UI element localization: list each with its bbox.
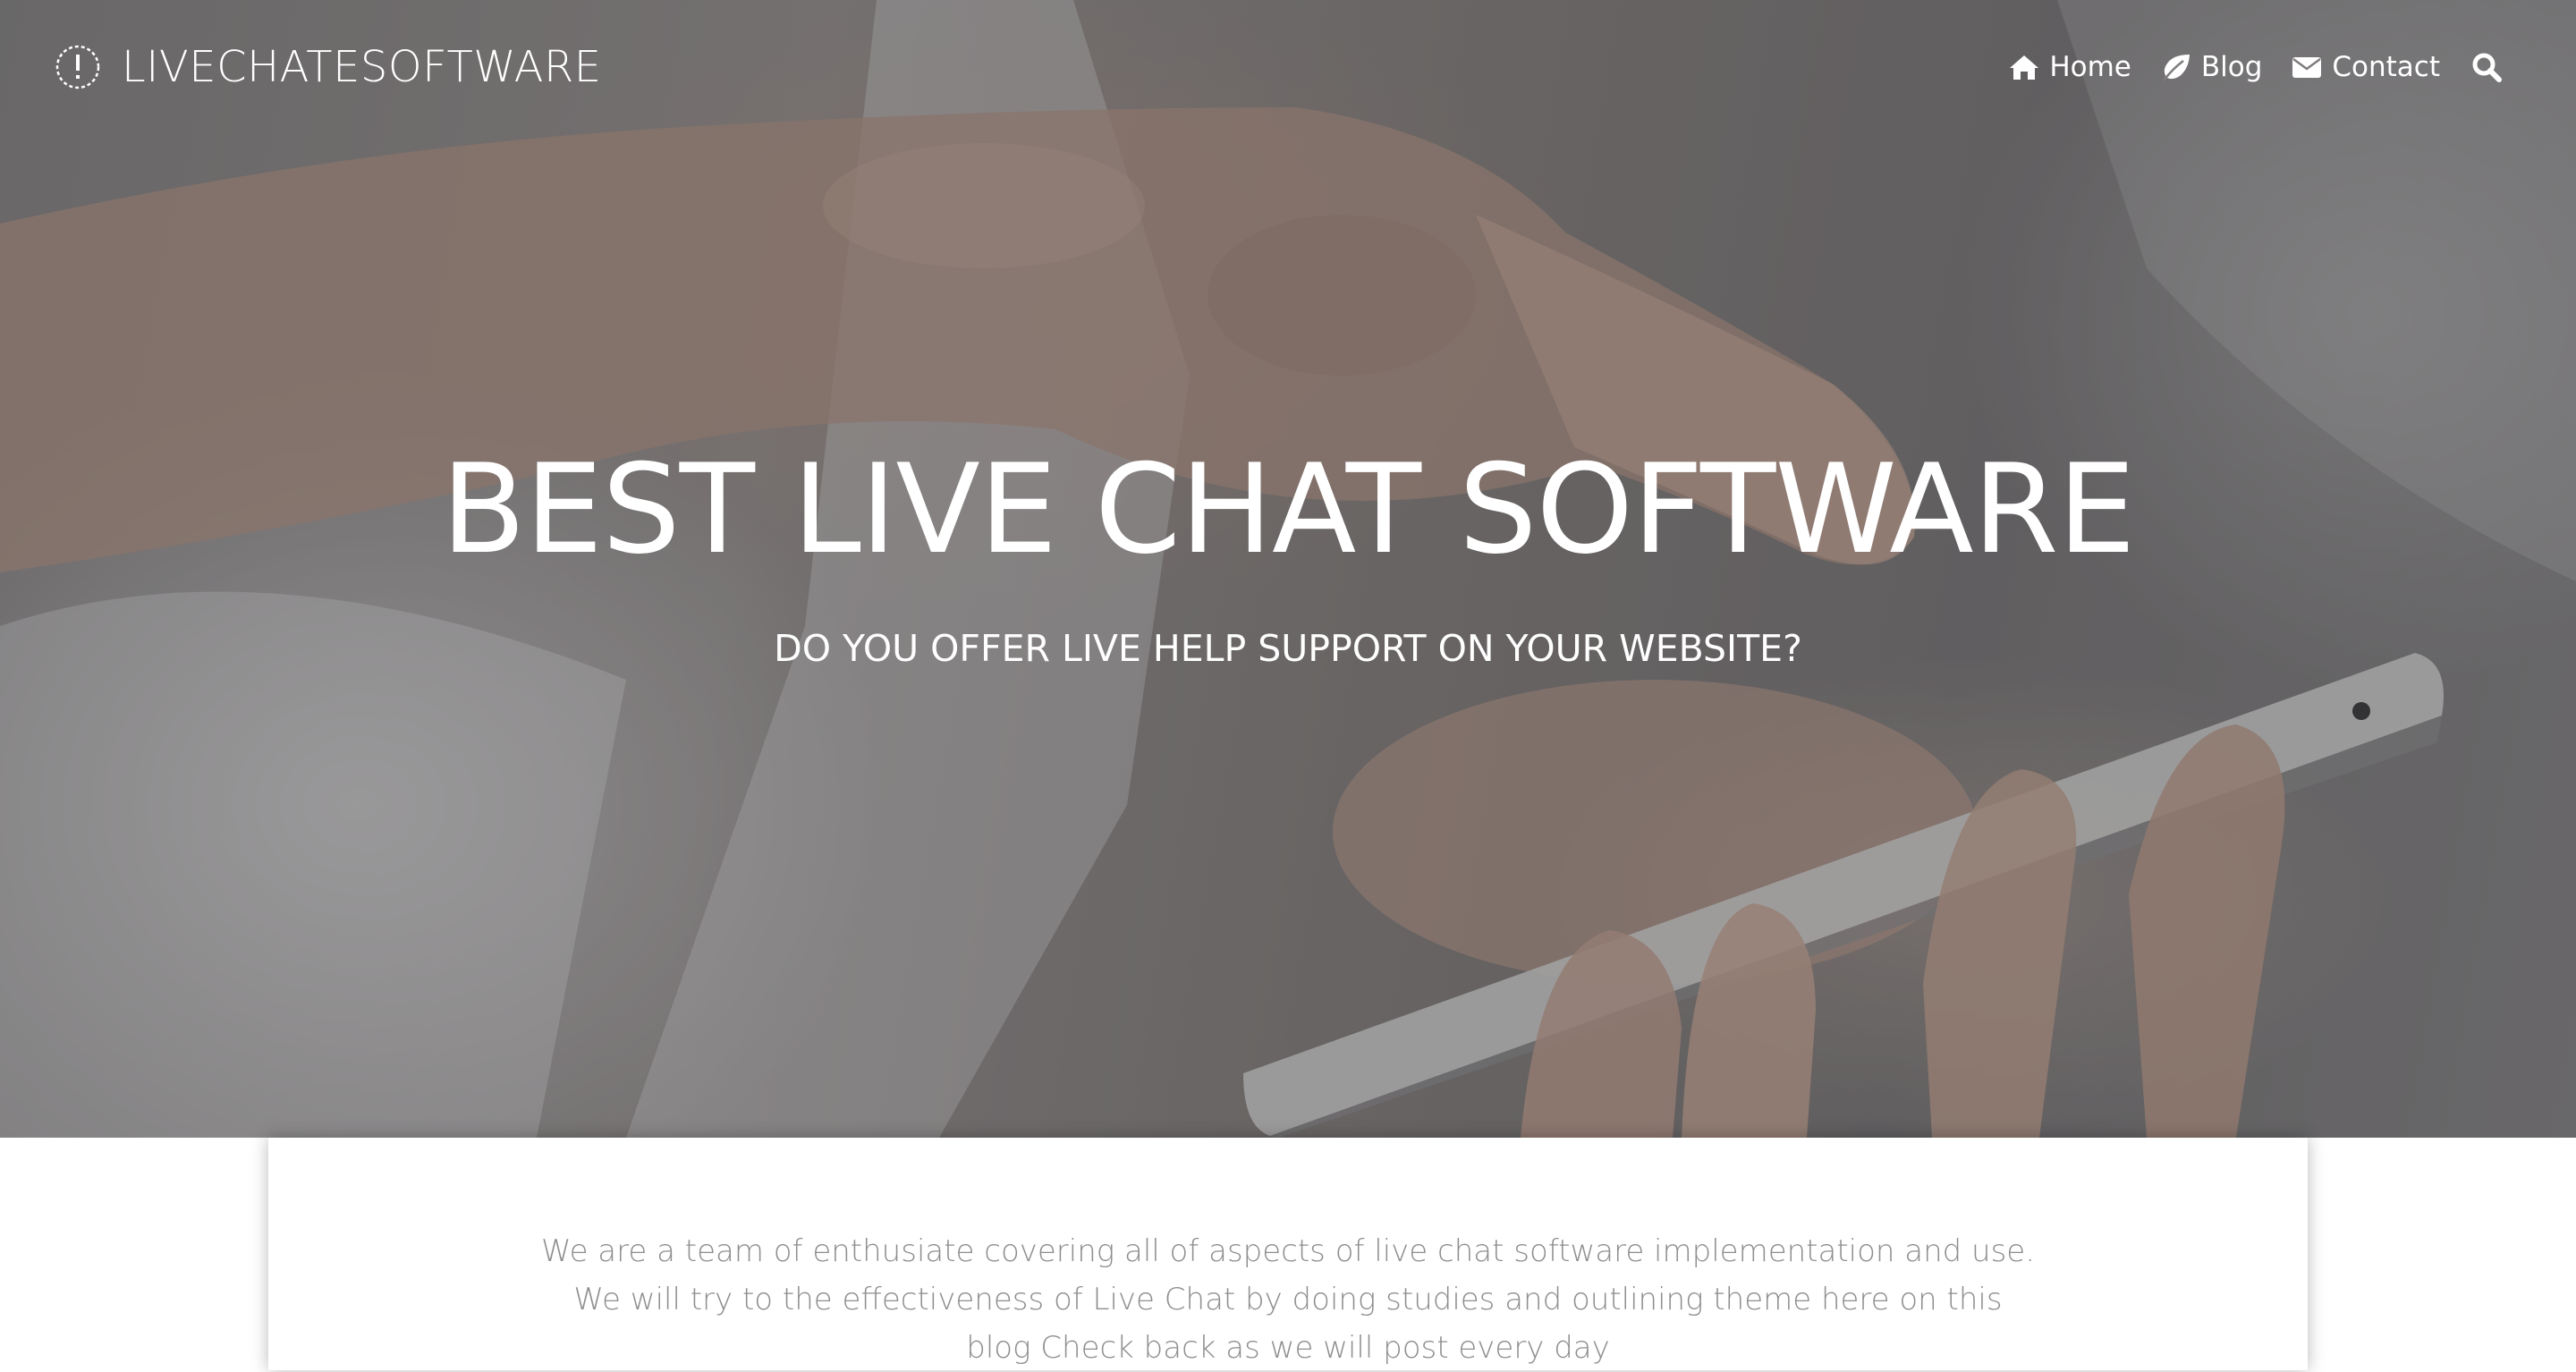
nav-item-home[interactable]: Home bbox=[2008, 51, 2131, 83]
nav-item-contact-label: Contact bbox=[2332, 51, 2440, 83]
hero-subtitle: DO YOU OFFER LIVE HELP SUPPORT ON YOUR W… bbox=[774, 627, 1802, 670]
brand-logo-link[interactable]: LIVECHATESOFTWARE bbox=[54, 38, 602, 97]
hero-title: BEST LIVE CHAT SOFTWARE bbox=[441, 437, 2136, 581]
search-icon[interactable] bbox=[2470, 51, 2503, 83]
intro-line: We will try to the effectiveness of Live… bbox=[573, 1282, 2003, 1317]
site-header: LIVECHATESOFTWARE Home Blog Contact bbox=[0, 0, 2576, 134]
leaf-icon bbox=[2162, 55, 2190, 81]
intro-line: We are a team of enthusiate covering all… bbox=[540, 1233, 2036, 1269]
intro-line: blog Check back as we will post every da… bbox=[966, 1330, 1610, 1366]
info-circle-icon bbox=[55, 45, 100, 89]
home-icon bbox=[2010, 55, 2039, 80]
envelope-icon bbox=[2292, 57, 2322, 78]
brand-name: LIVECHATESOFTWARE bbox=[122, 42, 602, 92]
intro-paragraph: We are a team of enthusiate covering all… bbox=[268, 1227, 2308, 1372]
nav-item-blog[interactable]: Blog bbox=[2160, 51, 2263, 83]
nav-item-blog-label: Blog bbox=[2200, 51, 2263, 83]
intro-card: We are a team of enthusiate covering all… bbox=[268, 1138, 2308, 1370]
nav-item-home-label: Home bbox=[2049, 51, 2131, 83]
nav-item-contact[interactable]: Contact bbox=[2291, 51, 2440, 83]
hero-banner: LIVECHATESOFTWARE Home Blog Contact BEST… bbox=[0, 0, 2576, 1138]
main-nav: Home Blog Contact bbox=[1979, 41, 2503, 93]
